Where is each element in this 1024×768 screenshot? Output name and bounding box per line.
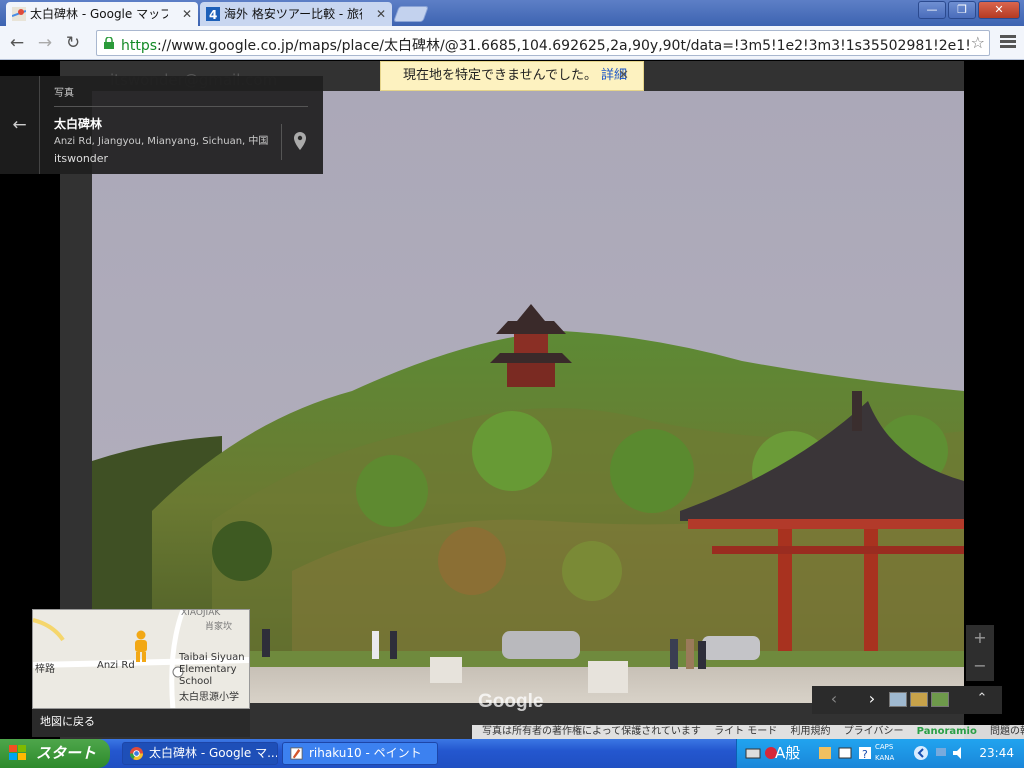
photo-viewer: itswonder@gmail.com 現在地を特定できませんでした。詳細 ✕ …	[0, 61, 1024, 739]
notice-close-icon[interactable]: ✕	[618, 62, 629, 90]
task-label: rihaku10 - ペイント	[309, 746, 422, 760]
back-arrow-icon[interactable]: ←	[6, 32, 28, 54]
new-tab-button[interactable]	[393, 6, 429, 22]
ime-mode[interactable]: A般	[775, 742, 800, 764]
help-icon[interactable]: ?	[857, 745, 873, 761]
photo-author[interactable]: itswonder	[54, 152, 108, 165]
mini-map[interactable]: XIAOJIAK 肖家坎 梓路 Anzi Rd Taibai Siyuan El…	[32, 609, 250, 709]
windows-taskbar: スタート 太白碑林 - Google マ... rihaku10 - ペイント …	[0, 739, 1024, 768]
bookmark-star-icon[interactable]: ☆	[971, 33, 985, 52]
system-tray: A般 ? CAPS KANA 23:44	[736, 739, 1024, 768]
tab-title: 太白碑林 - Google マップ	[30, 7, 168, 21]
start-label: スタート	[36, 744, 97, 762]
tab-tour-compare[interactable]: 4 海外 格安ツアー比較 - 旅行 ✕	[200, 2, 392, 26]
map-label: 梓路	[35, 664, 55, 675]
restore-button[interactable]: ❐	[948, 1, 976, 19]
reload-icon[interactable]: ↻	[62, 32, 84, 54]
caps-kana-indicator: CAPS KANA	[875, 743, 895, 762]
copyright-text: 写真は所有者の著作権によって保護されています	[482, 726, 701, 737]
map-pin-icon	[294, 132, 306, 150]
divider	[54, 106, 308, 107]
taskbar-clock[interactable]: 23:44	[979, 739, 1014, 768]
pegman-icon	[135, 630, 147, 662]
tab-title: 海外 格安ツアー比較 - 旅行	[224, 7, 362, 21]
photo-thumbnail[interactable]	[889, 692, 907, 707]
address-bar[interactable]: https://www.google.co.jp/maps/place/太白碑林…	[96, 30, 990, 56]
url-text: https://www.google.co.jp/maps/place/太白碑林…	[121, 38, 971, 54]
tools-icon[interactable]	[817, 745, 833, 761]
chevron-right-icon[interactable]: ›	[860, 686, 884, 714]
tab-close-icon[interactable]: ✕	[182, 2, 192, 26]
back-arrow-icon[interactable]: ←	[0, 76, 40, 174]
google-maps-favicon-icon	[12, 7, 26, 21]
forward-arrow-icon[interactable]: →	[34, 32, 56, 54]
taskbar-item-chrome[interactable]: 太白碑林 - Google マ...	[122, 742, 278, 765]
photo-filmstrip: ‹ › ⌃	[812, 686, 1002, 714]
place-title[interactable]: 太白碑林	[54, 115, 102, 132]
tab-google-maps[interactable]: 太白碑林 - Google マップ ✕	[6, 2, 198, 26]
windows-flag-icon	[9, 745, 26, 760]
minimize-button[interactable]: —	[918, 1, 946, 19]
notice-text: 現在地を特定できませんでした。	[403, 68, 597, 83]
back-to-map-button[interactable]: 地図に戻る	[32, 709, 250, 737]
svg-text:?: ?	[862, 748, 868, 761]
map-label: 肖家坎	[205, 622, 233, 632]
report-problem-link[interactable]: 問題の報告	[990, 726, 1024, 737]
lite-mode-link[interactable]: ライト モード	[714, 726, 777, 737]
privacy-link[interactable]: プライバシー	[844, 726, 904, 737]
terms-link[interactable]: 利用規約	[790, 726, 830, 737]
place-info-card: ← 写真 太白碑林 Anzi Rd, Jiangyou, Mianyang, S…	[0, 76, 323, 174]
chevron-left-icon[interactable]	[913, 745, 929, 761]
network-icon[interactable]	[933, 745, 949, 761]
tab-close-icon[interactable]: ✕	[376, 2, 386, 26]
map-footer: 写真は所有者の著作権によって保護されています ライト モード 利用規約 プライバ…	[472, 725, 1024, 739]
location-pin-button[interactable]	[281, 124, 317, 160]
photo-thumbnail[interactable]	[931, 692, 949, 707]
chrome-menu-icon[interactable]	[1000, 35, 1016, 49]
start-button[interactable]: スタート	[0, 739, 110, 768]
browser-toolbar: ← → ↻ https://www.google.co.jp/maps/plac…	[0, 26, 1024, 60]
keyboard-icon[interactable]	[745, 745, 761, 761]
browser-titlebar: 太白碑林 - Google マップ ✕ 4 海外 格安ツアー比較 - 旅行 ✕ …	[0, 0, 1024, 26]
google-logo: Google	[478, 691, 544, 712]
window-controls: — ❐ ✕	[916, 1, 1020, 19]
map-label: 太白思源小学	[179, 692, 239, 703]
zoom-out-button[interactable]: −	[966, 653, 994, 681]
volume-icon[interactable]	[951, 745, 967, 761]
panoramio-logo[interactable]: Panoramio	[917, 726, 977, 737]
place-address: Anzi Rd, Jiangyou, Mianyang, Sichuan, 中国	[54, 136, 269, 147]
location-notice: 現在地を特定できませんでした。 詳細 ✕	[380, 61, 644, 91]
map-label: Taibai Siyuan	[179, 652, 245, 663]
section-label: 写真	[54, 88, 74, 99]
map-label: Anzi Rd	[97, 660, 135, 671]
map-label: Elementary	[179, 664, 237, 675]
taskbar-item-paint[interactable]: rihaku10 - ペイント	[282, 742, 438, 765]
map-label: School	[179, 676, 213, 687]
dictionary-icon[interactable]	[837, 745, 853, 761]
close-window-button[interactable]: ✕	[978, 1, 1020, 19]
map-label: XIAOJIAK	[181, 609, 221, 618]
chevron-left-icon[interactable]: ‹	[822, 686, 846, 714]
lock-icon	[104, 37, 114, 49]
zoom-in-button[interactable]: +	[966, 625, 994, 653]
photo-thumbnail[interactable]	[910, 692, 928, 707]
task-label: 太白碑林 - Google マ...	[149, 746, 278, 760]
expand-up-icon[interactable]: ⌃	[970, 686, 994, 714]
zoom-control: + −	[966, 625, 994, 681]
four-travel-favicon-icon: 4	[206, 7, 220, 21]
svg-text:4: 4	[209, 8, 217, 21]
chrome-icon	[129, 746, 144, 761]
paint-icon	[290, 747, 303, 760]
